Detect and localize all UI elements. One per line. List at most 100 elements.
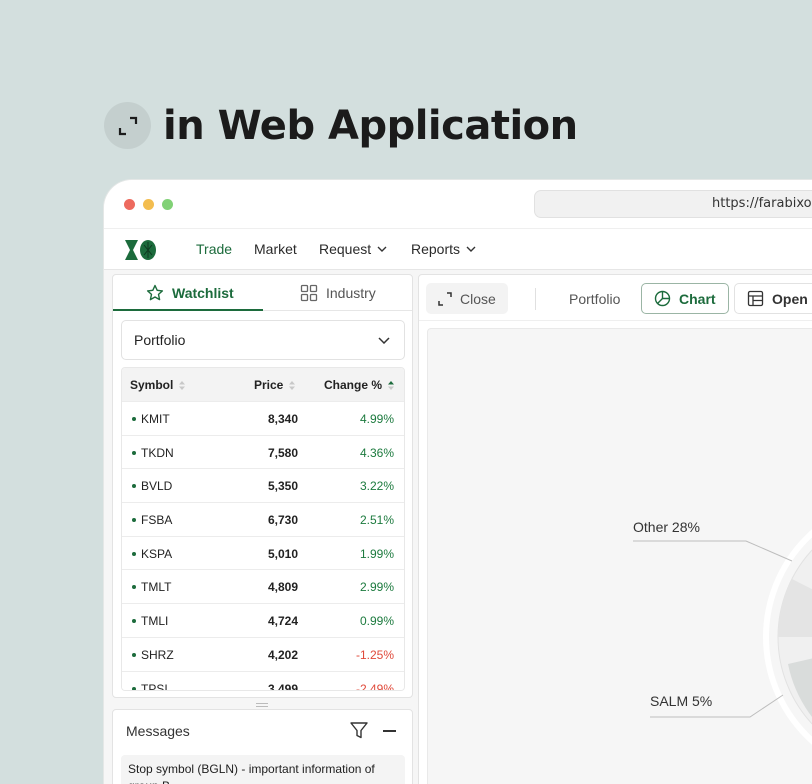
row-change: 3.22% (359, 479, 394, 494)
table-row[interactable]: TPSI 3,499 -2.49% (122, 670, 404, 691)
url-bar[interactable]: https://farabixo.i (534, 190, 812, 218)
status-dot (132, 652, 136, 657)
table-row[interactable]: TMLT 4,809 2.99% (122, 569, 404, 604)
chevron-down-icon (466, 246, 476, 252)
row-symbol-label: KSPA (141, 546, 173, 561)
row-change: -2.49% (355, 681, 394, 691)
watchlist-table: Symbol Price Change % KMIT 8,340 4.99% TKDN… (121, 367, 405, 691)
status-dot (132, 518, 136, 523)
messages-title: Messages (126, 723, 190, 739)
column-price[interactable]: Price (254, 378, 296, 392)
status-dot (132, 417, 136, 421)
row-change: 1.99% (359, 546, 394, 561)
window-close-dot[interactable] (124, 199, 135, 210)
browser-titlebar: https://farabixo.i (104, 180, 812, 228)
sort-icon (289, 380, 296, 390)
nav-reports[interactable]: Reports (411, 241, 476, 257)
nav-request[interactable]: Request (319, 241, 387, 257)
close-button[interactable]: Close (426, 283, 508, 314)
tab-watchlist[interactable]: Watchlist (146, 275, 234, 311)
table-row[interactable]: FSBA 6,730 2.51% (122, 502, 404, 536)
tab-industry[interactable]: Industry (300, 275, 376, 311)
row-symbol: TPSI (132, 681, 168, 691)
row-change: 4.99% (359, 412, 394, 426)
table-row[interactable]: KSPA 5,010 1.99% (122, 535, 404, 570)
chart-button[interactable]: Chart (641, 283, 729, 314)
grid-icon (300, 284, 318, 302)
table-row[interactable]: SHRZ 4,202 -1.25% (122, 636, 404, 671)
watchlist-select[interactable]: Portfolio (121, 320, 405, 360)
collapse-icon (438, 291, 452, 306)
portfolio-button-label: Portfolio (569, 290, 621, 307)
messages-panel: Messages Stop symbol (BGLN) - important … (112, 709, 413, 784)
status-dot (132, 619, 136, 624)
row-price: 5,010 (267, 546, 298, 561)
nav-trade[interactable]: Trade (196, 241, 232, 257)
open-button[interactable]: Open (734, 283, 812, 314)
row-symbol-label: SHRZ (141, 647, 174, 662)
row-change: 4.36% (359, 445, 394, 460)
panel-resize-handle[interactable] (256, 703, 268, 707)
status-dot (132, 450, 136, 455)
status-dot (132, 686, 136, 690)
app-logo[interactable] (124, 239, 158, 266)
row-change: 0.99% (359, 614, 394, 629)
row-symbol-label: TMLT (141, 580, 172, 595)
row-change: 2.99% (359, 580, 394, 595)
portfolio-chart: Other 28% SALM 5% (427, 328, 812, 784)
portfolio-panel: Close Portfolio Chart Open Other 28% SAL… (418, 274, 812, 784)
message-text: Stop symbol (BGLN) - important informati… (128, 762, 375, 784)
row-symbol: TMLT (132, 580, 171, 594)
nav-market[interactable]: Market (254, 241, 297, 257)
hero: in Web Application (104, 102, 578, 149)
column-symbol[interactable]: Symbol (130, 378, 186, 392)
watchlist-select-value: Portfolio (134, 332, 186, 348)
row-symbol-label: TKDN (141, 445, 174, 460)
row-price: 4,202 (267, 647, 298, 662)
row-symbol-label: BVLD (141, 479, 173, 494)
table-row[interactable]: BVLD 5,350 3.22% (122, 468, 404, 503)
row-symbol-label: FSBA (141, 513, 173, 528)
nav-reports-label: Reports (411, 241, 461, 257)
status-dot (132, 551, 136, 556)
pie-label-salm: SALM 5% (650, 693, 713, 709)
pie-chart-icon (654, 290, 671, 307)
window-minimize-dot[interactable] (143, 199, 154, 210)
row-price: 8,340 (267, 412, 298, 426)
watchlist-panel: Watchlist Industry Portfolio Symbol Pric… (112, 274, 413, 698)
row-symbol: SHRZ (132, 648, 174, 662)
top-nav: Trade Market Request Reports (104, 228, 812, 270)
expand-corners-icon (104, 102, 151, 149)
column-price-label: Price (254, 378, 284, 392)
pie-slice[interactable] (778, 579, 812, 637)
window-maximize-dot[interactable] (162, 199, 173, 210)
column-change-label: Change % (324, 378, 383, 392)
column-change[interactable]: Change % (324, 378, 395, 392)
column-symbol-label: Symbol (130, 378, 174, 392)
filter-icon[interactable] (350, 722, 368, 744)
toolbar-divider (535, 288, 536, 310)
table-row[interactable]: TMLI 4,724 0.99% (122, 603, 404, 637)
star-icon (146, 284, 164, 301)
row-symbol-label: KMIT (141, 412, 170, 426)
pie-label-other: Other 28% (633, 519, 700, 535)
tab-industry-label: Industry (326, 285, 376, 301)
row-symbol: KMIT (132, 412, 170, 426)
row-price: 3,499 (267, 681, 298, 691)
tab-watchlist-label: Watchlist (172, 285, 234, 301)
table-row[interactable]: KMIT 8,340 4.99% (122, 401, 404, 435)
row-symbol: TMLI (132, 614, 168, 628)
portfolio-button[interactable]: Portfolio (557, 283, 632, 314)
table-row[interactable]: TKDN 7,580 4.36% (122, 434, 404, 469)
browser-window: https://farabixo.i Trade Market Request … (104, 180, 812, 784)
row-price: 4,724 (267, 614, 298, 629)
message-item[interactable]: Stop symbol (BGLN) - important informati… (121, 755, 405, 784)
hero-title: in Web Application (163, 102, 578, 149)
minimize-icon[interactable] (383, 730, 396, 732)
chevron-down-icon (377, 246, 387, 252)
row-symbol-label: TMLI (141, 614, 169, 629)
active-tab-indicator (113, 309, 263, 311)
row-symbol-label: TPSI (141, 681, 168, 691)
table-header: Symbol Price Change % (122, 368, 404, 401)
watchlist-tabs: Watchlist Industry (113, 275, 412, 311)
